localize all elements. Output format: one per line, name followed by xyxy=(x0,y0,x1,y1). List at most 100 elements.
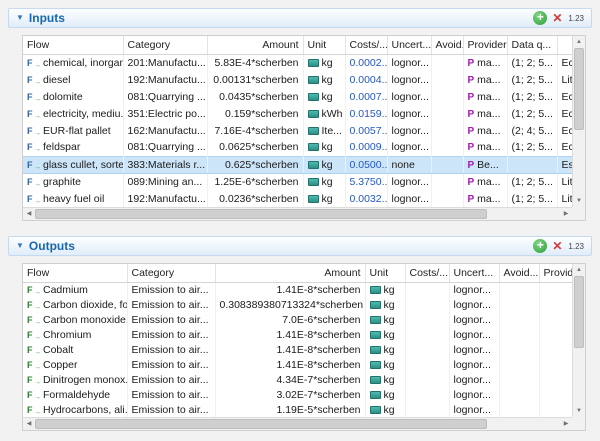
cell-avoided xyxy=(431,71,464,88)
column-header-extra[interactable] xyxy=(557,36,572,55)
table-row[interactable]: FCadmiumEmission to air...1.41E-8*scherb… xyxy=(23,282,572,297)
add-flow-button[interactable]: + xyxy=(533,11,548,25)
scrollbar-thumb[interactable] xyxy=(574,276,584,349)
scroll-right-icon[interactable]: ▶ xyxy=(560,418,572,430)
table-row[interactable]: FCarbon monoxide,...Emission to air...7.… xyxy=(23,312,572,327)
cell-costs: 0.0057... xyxy=(345,122,388,139)
provider-icon: P xyxy=(467,193,475,205)
cell-uncertainty: lognor... xyxy=(449,312,500,327)
unit-icon xyxy=(369,345,381,354)
scrollbar-track[interactable] xyxy=(573,48,585,195)
column-header-flow[interactable]: Flow xyxy=(23,36,124,55)
add-flow-button[interactable]: + xyxy=(533,239,548,253)
cell-uncertainty: lognor... xyxy=(449,402,500,417)
unit-name: kg xyxy=(321,175,333,188)
flow-icon: F xyxy=(27,300,41,311)
scrollbar-track[interactable] xyxy=(573,276,585,405)
column-header-costs[interactable]: Costs/... xyxy=(345,36,388,55)
scroll-left-icon[interactable]: ◀ xyxy=(23,418,35,430)
column-header-category[interactable]: Category xyxy=(123,36,208,55)
cell-category: Emission to air... xyxy=(127,357,216,372)
table-row[interactable]: FHydrocarbons, ali...Emission to air...1… xyxy=(23,402,572,417)
table-row[interactable]: Felectricity, mediu...351:Electric po...… xyxy=(23,105,572,122)
flow-name: Cadmium xyxy=(43,283,88,296)
table-row[interactable]: FCarbon dioxide, fo...Emission to air...… xyxy=(23,297,572,312)
cell-amount: 0.00131*scherben xyxy=(207,71,304,88)
scrollbar-track[interactable] xyxy=(35,418,560,430)
provider-icon: P xyxy=(467,91,475,103)
table-row[interactable]: FEUR-flat pallet162:Manufactu...7.16E-4*… xyxy=(23,122,572,139)
table-row[interactable]: FCopperEmission to air...1.41E-8*scherbe… xyxy=(23,357,572,372)
flow-name: Carbon dioxide, fo... xyxy=(43,298,126,311)
cell-unit: kg xyxy=(303,88,346,105)
column-header-unit[interactable]: Unit xyxy=(303,36,346,55)
unit-name: kg xyxy=(321,158,333,171)
column-header-amount[interactable]: Amount xyxy=(207,36,304,55)
table-row[interactable]: FCobaltEmission to air...1.41E-8*scherbe… xyxy=(23,342,572,357)
cell-amount: 4.34E-7*scherben xyxy=(215,372,366,387)
cell-unit: kg xyxy=(303,54,346,71)
column-header-provider[interactable]: Provider xyxy=(463,36,508,55)
inputs-section-header[interactable]: ▼ Inputs + ✕ 1.23 xyxy=(8,8,592,28)
outputs-section-header[interactable]: ▼ Outputs + ✕ 1.23 xyxy=(8,236,592,256)
table-row[interactable]: Fgraphite089:Mining an...1.25E-6*scherbe… xyxy=(23,173,572,190)
cell-category: Emission to air... xyxy=(127,372,216,387)
table-row[interactable]: FChromiumEmission to air...1.41E-8*scher… xyxy=(23,327,572,342)
column-header-uncertainty[interactable]: Uncert... xyxy=(449,264,500,283)
column-header-category[interactable]: Category xyxy=(127,264,216,283)
column-header-provider[interactable]: Provider xyxy=(539,264,572,283)
column-header-avoided[interactable]: Avoid... xyxy=(431,36,464,55)
cell-provider: Pma... xyxy=(463,54,508,71)
cell-provider xyxy=(539,327,572,342)
cell-dq: (1; 2; 5... xyxy=(507,88,558,105)
scroll-down-icon[interactable]: ▼ xyxy=(573,405,585,417)
table-row[interactable]: FDinitrogen monox...Emission to air...4.… xyxy=(23,372,572,387)
scroll-down-icon[interactable]: ▼ xyxy=(573,195,585,207)
table-row[interactable]: Fdiesel192:Manufactu...0.00131*scherbenk… xyxy=(23,71,572,88)
column-header-dq[interactable]: Data q... xyxy=(507,36,558,55)
vertical-scrollbar[interactable]: ▲ ▼ xyxy=(572,36,585,207)
delete-flow-button[interactable]: ✕ xyxy=(552,240,562,252)
table-row[interactable]: Fheavy fuel oil192:Manufactu...0.0236*sc… xyxy=(23,190,572,207)
vertical-scrollbar[interactable]: ▲ ▼ xyxy=(572,264,585,417)
cell-flow: Fheavy fuel oil xyxy=(23,190,124,207)
cell-category: 201:Manufactu... xyxy=(123,54,208,71)
table-row[interactable]: FFormaldehydeEmission to air...3.02E-7*s… xyxy=(23,387,572,402)
collapse-arrow-icon[interactable]: ▼ xyxy=(16,14,24,22)
table-row[interactable]: Fchemical, inorganic201:Manufactu...5.83… xyxy=(23,54,572,71)
scroll-up-icon[interactable]: ▲ xyxy=(573,264,585,276)
column-header-costs[interactable]: Costs/... xyxy=(405,264,450,283)
column-header-flow[interactable]: Flow xyxy=(23,264,128,283)
collapse-arrow-icon[interactable]: ▼ xyxy=(16,242,24,250)
unit-name: kg xyxy=(383,388,395,401)
cell-category: 192:Manufactu... xyxy=(123,190,208,207)
cell-extra: Lit xyxy=(557,71,572,88)
horizontal-scrollbar[interactable]: ◀ ▶ xyxy=(23,417,572,430)
provider-name: ma... xyxy=(477,141,501,154)
scrollbar-thumb[interactable] xyxy=(574,48,584,131)
table-row[interactable]: Fdolomite081:Quarrying ...0.0435*scherbe… xyxy=(23,88,572,105)
column-header-unit[interactable]: Unit xyxy=(365,264,406,283)
cell-category: Emission to air... xyxy=(127,402,216,417)
column-header-avoided[interactable]: Avoid... xyxy=(499,264,540,283)
column-header-uncertainty[interactable]: Uncert... xyxy=(387,36,432,55)
cell-flow: FCadmium xyxy=(23,282,128,297)
unit-name: kg xyxy=(383,358,395,371)
scrollbar-thumb[interactable] xyxy=(35,209,487,219)
scroll-up-icon[interactable]: ▲ xyxy=(573,36,585,48)
table-row[interactable]: Fglass cullet, sorted383:Materials r...0… xyxy=(23,155,572,174)
outputs-table-container: Flow Category Amount Unit Costs/... Uncert...… xyxy=(22,263,586,431)
scrollbar-track[interactable] xyxy=(35,208,560,220)
cell-amount: 1.41E-8*scherben xyxy=(215,282,366,297)
provider-name: ma... xyxy=(477,73,501,86)
scrollbar-thumb[interactable] xyxy=(35,419,487,429)
provider-icon: P xyxy=(467,57,475,69)
horizontal-scrollbar[interactable]: ◀ ▶ xyxy=(23,207,572,220)
table-row[interactable]: Ffeldspar081:Quarrying ...0.0625*scherbe… xyxy=(23,139,572,156)
scroll-right-icon[interactable]: ▶ xyxy=(560,208,572,220)
unit-name: kg xyxy=(321,192,333,205)
column-header-amount[interactable]: Amount xyxy=(215,264,366,283)
flow-icon: F xyxy=(27,126,41,137)
delete-flow-button[interactable]: ✕ xyxy=(552,12,562,24)
scroll-left-icon[interactable]: ◀ xyxy=(23,208,35,220)
